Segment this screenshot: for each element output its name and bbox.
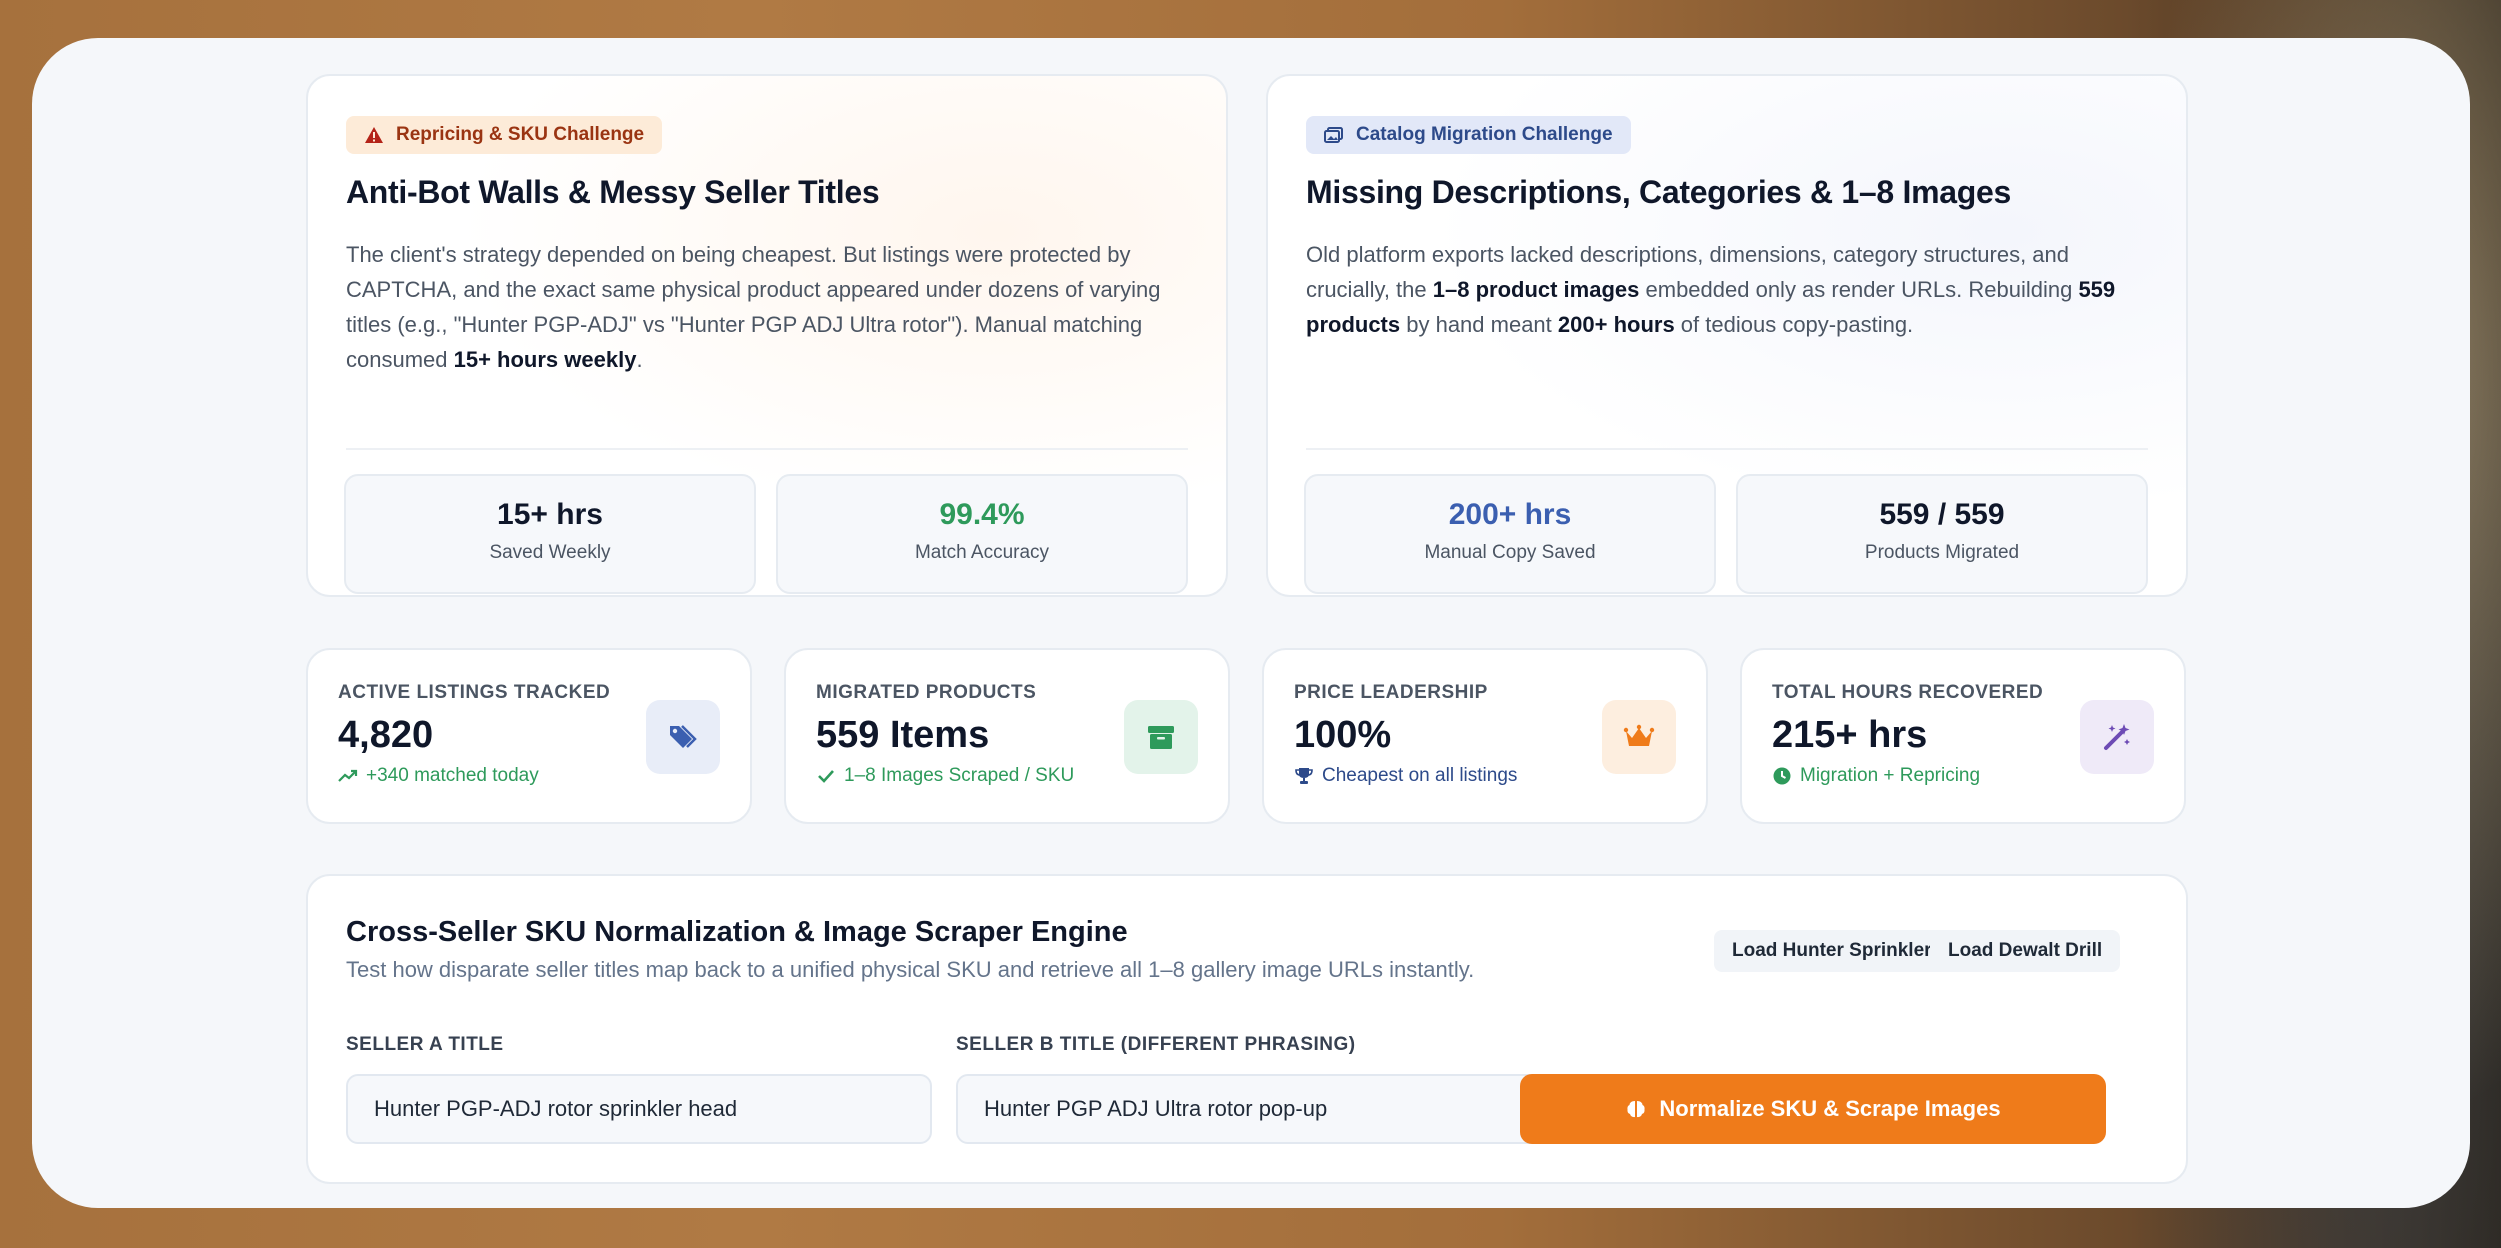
metric-migrated-products: MIGRATED PRODUCTS 559 Items 1–8 Images S… xyxy=(784,648,1230,824)
stat-label: Saved Weekly xyxy=(489,542,611,563)
magic-wand-icon xyxy=(2080,700,2154,774)
stat-label: Match Accuracy xyxy=(914,542,1050,563)
archive-icon xyxy=(1124,700,1198,774)
crown-icon xyxy=(1602,700,1676,774)
normalize-sku-button-label: Normalize SKU & Scrape Images xyxy=(1659,1096,2001,1121)
stat-value: 200+ hrs xyxy=(1448,498,1572,531)
check-icon xyxy=(818,770,834,783)
trend-up-icon xyxy=(338,769,358,782)
normalize-sku-button[interactable]: Normalize SKU & Scrape Images xyxy=(1520,1074,2106,1144)
stat-value: 99.4% xyxy=(939,498,1025,531)
clock-icon xyxy=(1773,767,1791,785)
repricing-challenge-card: Repricing & SKU Challenge Anti-Bot Walls… xyxy=(306,74,1228,597)
challenge-tag: Catalog Migration Challenge xyxy=(1306,116,1631,154)
stat-products-migrated: 559 / 559 Products Migrated xyxy=(1736,474,2148,594)
tags-icon xyxy=(646,700,720,774)
seller-a-label: SELLER A TITLE xyxy=(346,1034,504,1055)
stat-manual-copy-saved: 200+ hrs Manual Copy Saved xyxy=(1304,474,1716,594)
load-hunter-sprinkler-button[interactable]: Load Hunter Sprinkler xyxy=(1714,930,1950,972)
stat-label: Manual Copy Saved xyxy=(1424,542,1596,563)
challenge-description: Old platform exports lacked descriptions… xyxy=(1306,242,2116,337)
metric-subtext-label: 1–8 Images Scraped / SKU xyxy=(844,765,1075,786)
sku-normalization-engine-card: Cross-Seller SKU Normalization & Image S… xyxy=(306,874,2188,1184)
load-dewalt-drill-button[interactable]: Load Dewalt Drill xyxy=(1930,930,2121,972)
app-window: Repricing & SKU Challenge Anti-Bot Walls… xyxy=(32,38,2470,1208)
stat-match-accuracy: 99.4% Match Accuracy xyxy=(776,474,1188,594)
seller-a-title-input[interactable] xyxy=(346,1074,932,1144)
metric-subtext-label: Migration + Repricing xyxy=(1800,765,1981,786)
trophy-icon xyxy=(1295,768,1313,784)
images-icon xyxy=(1324,127,1343,143)
stat-value: 15+ hrs xyxy=(497,498,603,531)
brain-icon xyxy=(1627,1101,1646,1118)
seller-b-title-input[interactable] xyxy=(956,1074,1542,1144)
warning-icon xyxy=(365,127,383,143)
divider xyxy=(1306,448,2148,450)
stat-saved-weekly: 15+ hrs Saved Weekly xyxy=(344,474,756,594)
seller-b-label: SELLER B TITLE (DIFFERENT PHRASING) xyxy=(956,1034,1356,1055)
metric-active-listings: ACTIVE LISTINGS TRACKED 4,820 +340 match… xyxy=(306,648,752,824)
challenge-title: Anti-Bot Walls & Messy Seller Titles xyxy=(346,174,880,210)
metric-subtext-label: +340 matched today xyxy=(366,765,539,786)
challenge-tag-label: Catalog Migration Challenge xyxy=(1356,124,1613,145)
challenge-title: Missing Descriptions, Categories & 1–8 I… xyxy=(1306,174,2011,210)
divider xyxy=(346,448,1188,450)
stat-label: Products Migrated xyxy=(1864,542,2020,563)
challenge-tag-label: Repricing & SKU Challenge xyxy=(396,124,645,145)
metric-price-leadership: PRICE LEADERSHIP 100% Cheapest on all li… xyxy=(1262,648,1708,824)
metric-subtext-label: Cheapest on all listings xyxy=(1322,765,1518,786)
stat-value: 559 / 559 xyxy=(1879,498,2005,531)
challenge-tag: Repricing & SKU Challenge xyxy=(346,116,663,154)
challenge-description: The client's strategy depended on being … xyxy=(346,242,1161,372)
catalog-migration-card: Catalog Migration Challenge Missing Desc… xyxy=(1266,74,2188,597)
metric-hours-recovered: TOTAL HOURS RECOVERED 215+ hrs Migration… xyxy=(1740,648,2186,824)
